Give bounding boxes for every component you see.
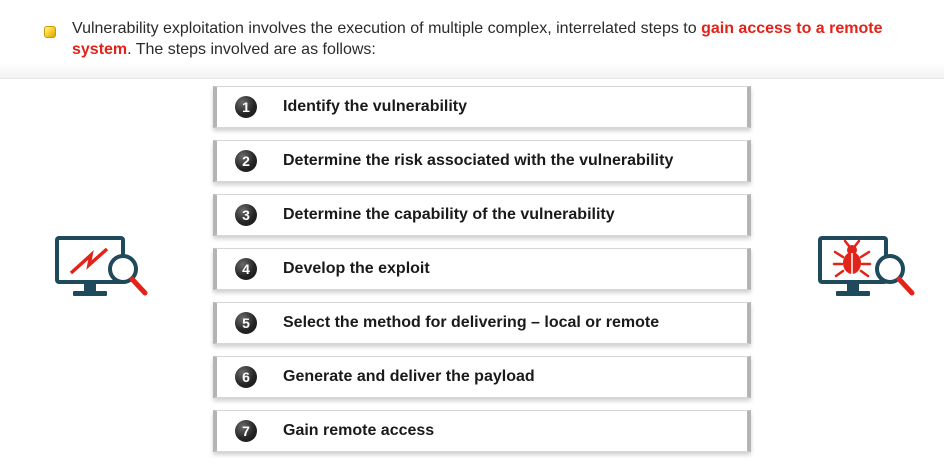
intro-text-before: Vulnerability exploitation involves the …: [72, 20, 702, 37]
monitor-bug-magnifier-icon: [818, 236, 915, 296]
step-label: Determine the risk associated with the v…: [283, 152, 674, 169]
step-item-6: 6 Generate and deliver the payload: [213, 356, 751, 398]
step-label: Gain remote access: [283, 422, 435, 439]
step-label: Generate and deliver the payload: [283, 368, 535, 385]
step-label: Select the method for delivering – local…: [283, 314, 660, 331]
bullet-icon: [44, 26, 56, 38]
monitor-lightning-magnifier-icon: [55, 236, 148, 296]
step-label: Develop the exploit: [283, 260, 430, 277]
steps-list: 1 Identify the vulnerability 2 Determine…: [213, 86, 751, 464]
step-item-5: 5 Select the method for delivering – loc…: [213, 302, 751, 344]
step-number-badge: 7: [235, 420, 257, 442]
step-number-badge: 3: [235, 204, 257, 226]
step-item-2: 2 Determine the risk associated with the…: [213, 140, 751, 182]
step-number-badge: 4: [235, 258, 257, 280]
step-item-3: 3 Determine the capability of the vulner…: [213, 194, 751, 236]
step-label: Identify the vulnerability: [283, 98, 468, 115]
step-number-badge: 1: [235, 96, 257, 118]
intro-text-after: . The steps involved are as follows:: [127, 41, 376, 58]
step-number-badge: 6: [235, 366, 257, 388]
step-label: Determine the capability of the vulnerab…: [283, 206, 615, 223]
step-item-4: 4 Develop the exploit: [213, 248, 751, 290]
step-item-7: 7 Gain remote access: [213, 410, 751, 452]
step-item-1: 1 Identify the vulnerability: [213, 86, 751, 128]
intro-text: Vulnerability exploitation involves the …: [72, 18, 912, 60]
step-number-badge: 5: [235, 312, 257, 334]
step-number-badge: 2: [235, 150, 257, 172]
